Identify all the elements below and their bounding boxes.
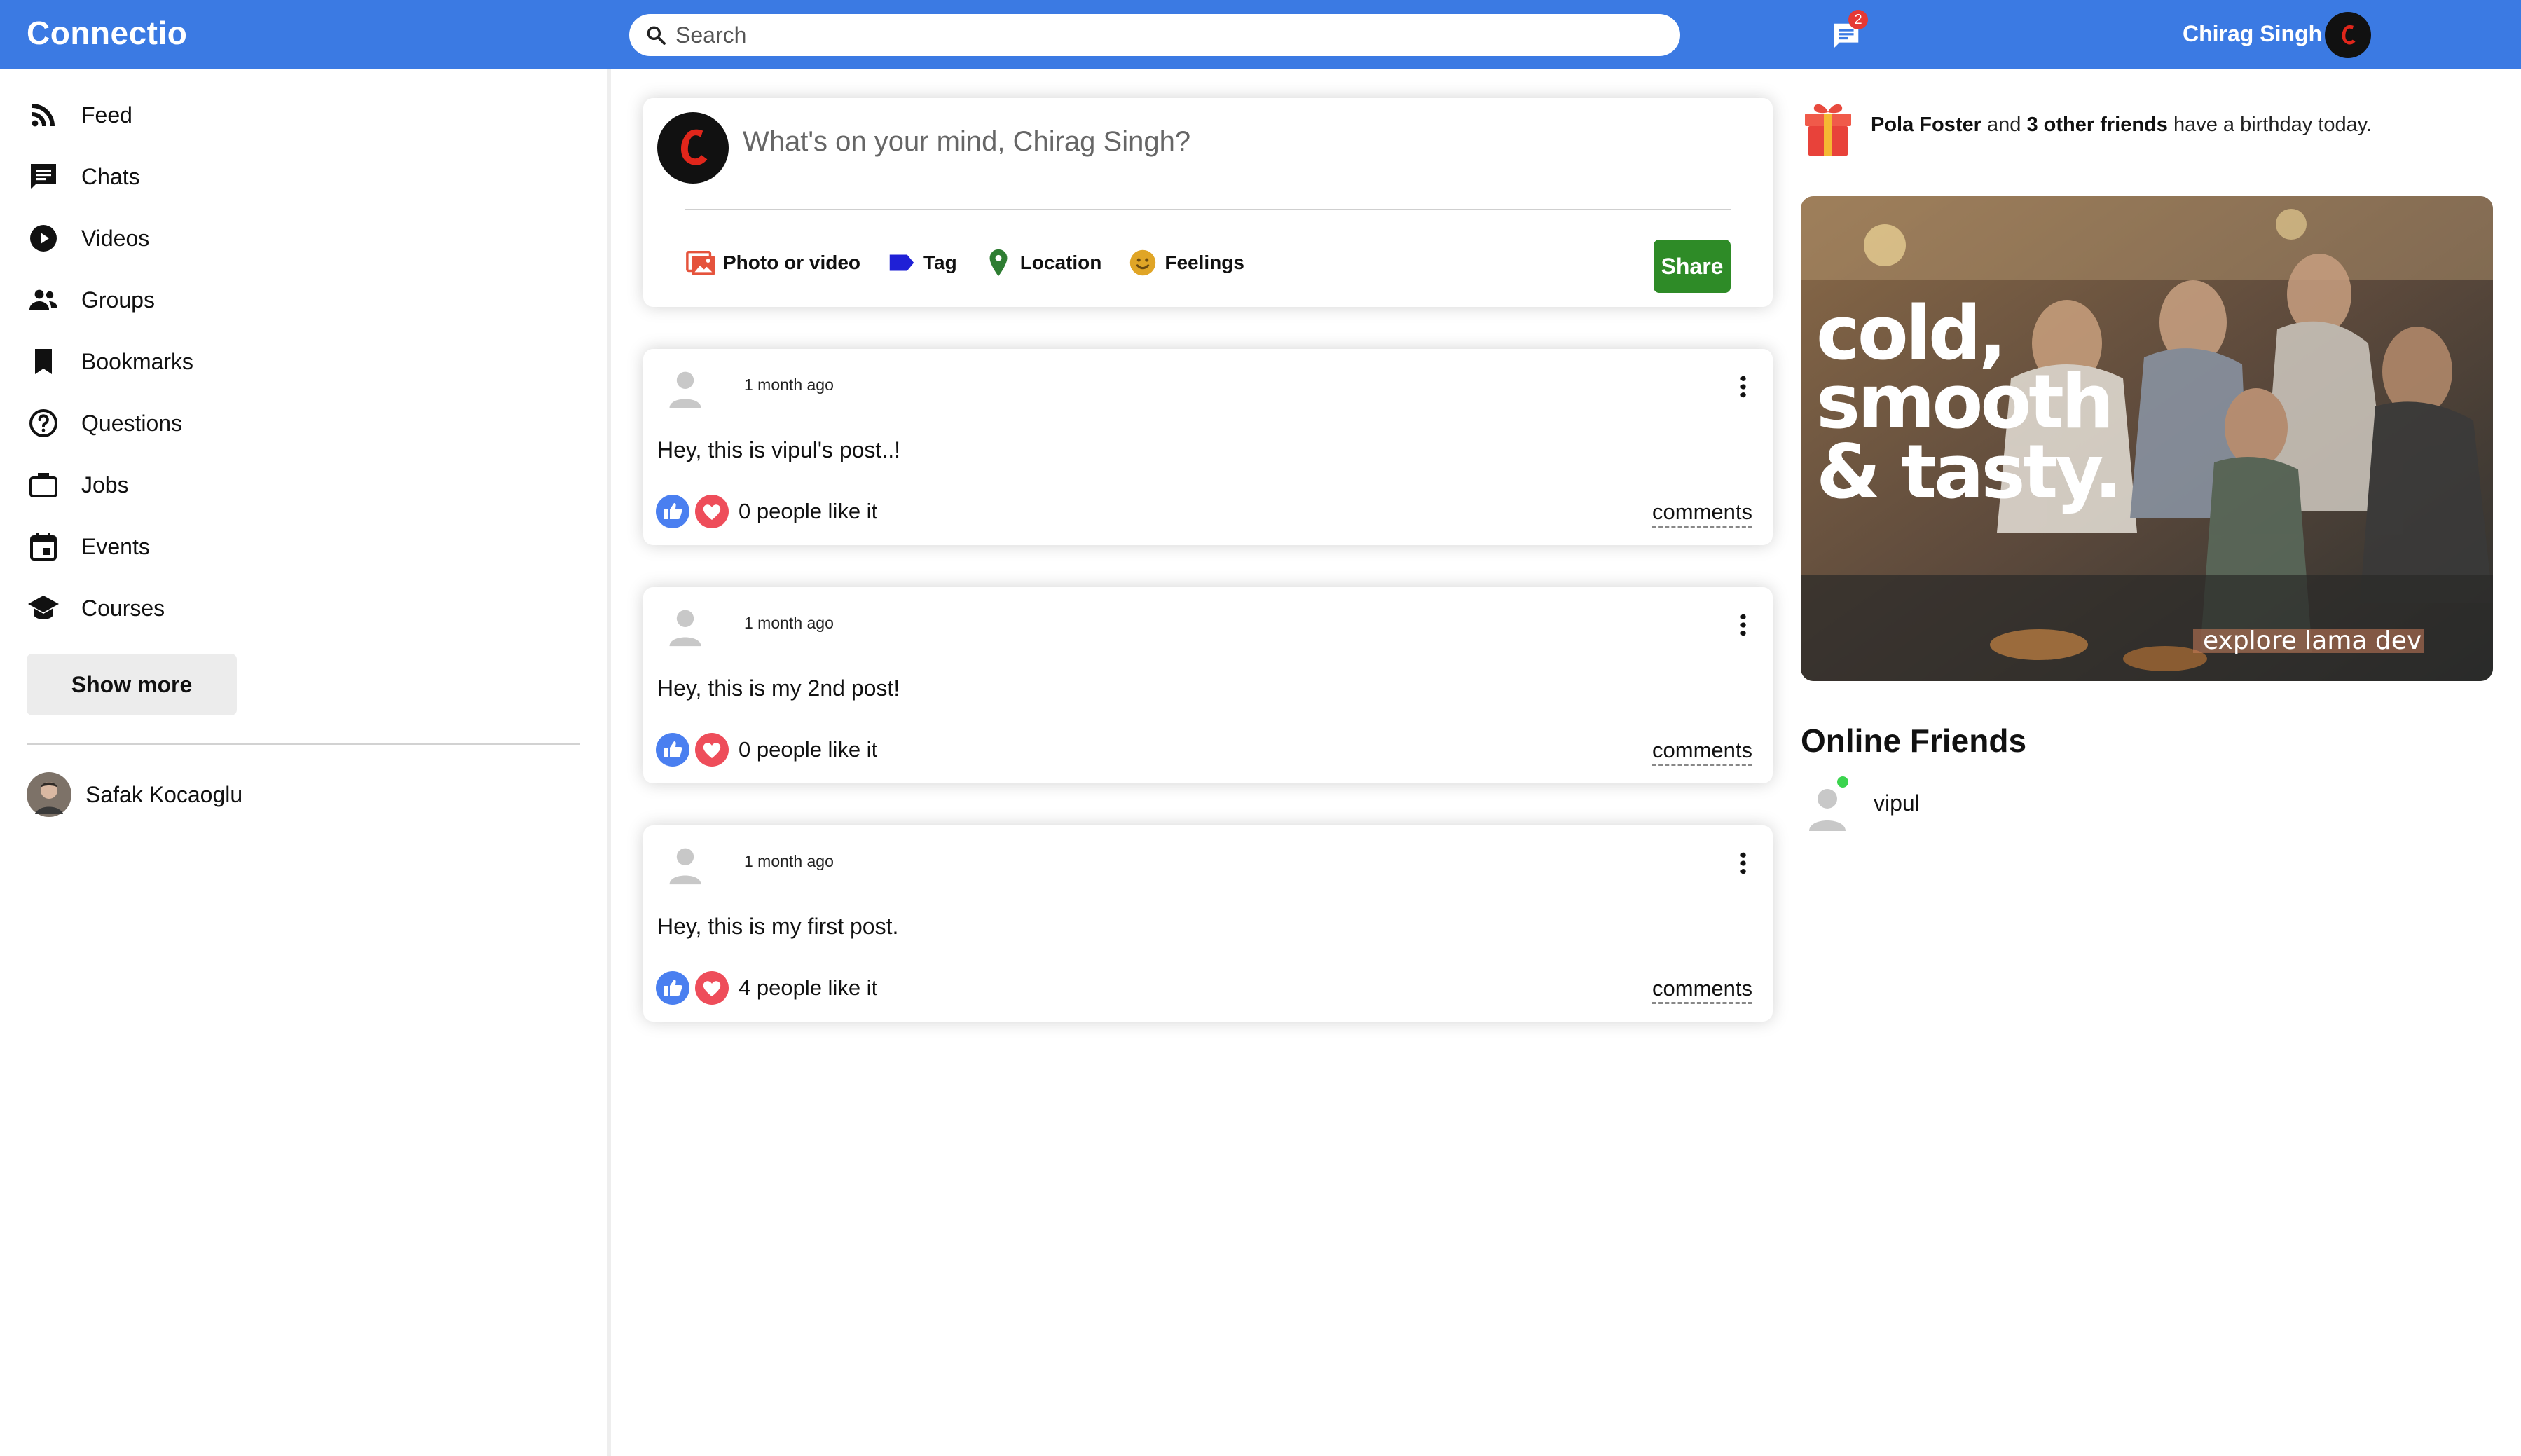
like-icon[interactable]: [656, 495, 689, 528]
share-option-feelings[interactable]: Feelings: [1127, 247, 1244, 279]
avatar[interactable]: [664, 844, 706, 886]
ad-footer-text: explore lama dev: [2203, 626, 2422, 655]
sidebar-item-label: Groups: [81, 287, 155, 313]
like-icon[interactable]: [656, 971, 689, 1005]
location-pin-icon: [989, 249, 1008, 277]
sidebar-item-label: Jobs: [81, 472, 129, 497]
post-timestamp: 1 month ago: [744, 614, 834, 632]
sidebar-item-chats[interactable]: Chats: [27, 156, 140, 198]
post-timestamp: 1 month ago: [744, 852, 834, 870]
birthday-friend-name[interactable]: Pola Foster: [1871, 114, 1981, 136]
ad-headline-3: & tasty.: [1816, 429, 2120, 515]
comments-link[interactable]: comments: [1652, 737, 1752, 766]
post-card: 1 month ago Hey, this is vipul's post..!…: [643, 349, 1773, 545]
more-vert-icon[interactable]: [1729, 373, 1757, 401]
friend-list-item[interactable]: Safak Kocaoglu: [27, 772, 242, 817]
sidebar-item-feed[interactable]: Feed: [27, 94, 132, 136]
work-icon: [29, 473, 57, 497]
comments-link[interactable]: comments: [1652, 499, 1752, 528]
share-option-photo[interactable]: Photo or video: [685, 247, 860, 279]
label-icon: [889, 254, 914, 271]
post-text-input[interactable]: [743, 126, 1710, 158]
more-vert-icon[interactable]: [1729, 849, 1757, 877]
share-composer: Photo or video Tag Location Feelings Sha…: [643, 98, 1773, 307]
post-text: Hey, this is vipul's post..!: [657, 437, 900, 462]
gift-icon: [1805, 104, 1851, 156]
sidebar-item-label: Events: [81, 533, 150, 559]
post-card: 1 month ago Hey, this is my first post. …: [643, 825, 1773, 1022]
like-count: 0 people like it: [739, 737, 878, 762]
rss-feed-icon: [32, 104, 55, 127]
friend-name: Safak Kocaoglu: [85, 781, 243, 807]
birthday-others[interactable]: 3 other friends: [2026, 114, 2167, 136]
sidebar-item-groups[interactable]: Groups: [27, 279, 155, 321]
share-divider: [685, 209, 1731, 210]
heart-icon[interactable]: [695, 733, 729, 767]
comments-link[interactable]: comments: [1652, 975, 1752, 1004]
avatar: [27, 772, 71, 817]
online-friends-title: Online Friends: [1801, 722, 2027, 759]
notification-badge: 2: [1848, 10, 1868, 29]
help-circle-icon: [29, 409, 57, 437]
share-option-location[interactable]: Location: [982, 247, 1101, 279]
sidebar-item-label: Questions: [81, 410, 183, 436]
sidebar-item-label: Bookmarks: [81, 348, 194, 374]
more-vert-icon[interactable]: [1729, 611, 1757, 639]
online-friend-item[interactable]: vipul: [1808, 775, 1920, 831]
avatar[interactable]: [664, 367, 706, 409]
like-icon[interactable]: [656, 733, 689, 767]
ad-banner[interactable]: cold, smooth & tasty. explore lama dev: [1801, 196, 2493, 681]
sidebar-item-events[interactable]: Events: [27, 526, 150, 568]
post-timestamp: 1 month ago: [744, 376, 834, 394]
calendar-icon: [30, 533, 57, 561]
sidebar-divider: [27, 743, 580, 745]
avatar: [1809, 776, 1848, 831]
play-circle-icon: [30, 225, 57, 252]
avatar[interactable]: [664, 605, 706, 647]
post-text: Hey, this is my first post.: [657, 914, 899, 939]
school-icon: [28, 596, 59, 619]
post-text: Hey, this is my 2nd post!: [657, 675, 900, 701]
online-status-dot: [1837, 776, 1848, 788]
sidebar-item-bookmarks[interactable]: Bookmarks: [27, 341, 193, 383]
current-user-avatar[interactable]: [2325, 12, 2371, 58]
top-bar: Connectio 2 Chirag Singh: [0, 0, 2521, 69]
sidebar-item-questions[interactable]: Questions: [27, 402, 182, 444]
sidebar-item-jobs[interactable]: Jobs: [27, 464, 129, 506]
photo-icon: [686, 250, 715, 275]
avatar[interactable]: [657, 112, 729, 184]
app-logo[interactable]: Connectio: [27, 14, 187, 52]
bookmark-icon: [35, 349, 52, 374]
sidebar-item-label: Courses: [81, 595, 165, 621]
show-more-button[interactable]: Show more: [27, 654, 237, 715]
share-option-tag[interactable]: Tag: [886, 247, 957, 279]
search-icon: [647, 26, 666, 45]
sidebar-item-label: Chats: [81, 163, 140, 189]
chat-icon: [31, 164, 56, 189]
like-count: 4 people like it: [739, 975, 878, 1000]
online-friend-name: vipul: [1874, 790, 1920, 816]
sidebar-item-label: Feed: [81, 102, 132, 128]
share-button[interactable]: Share: [1654, 240, 1731, 293]
share-options: Photo or video Tag Location Feelings: [685, 247, 1270, 279]
like-count: 0 people like it: [739, 499, 878, 523]
search-input[interactable]: [675, 22, 1656, 48]
group-icon: [29, 289, 57, 310]
post-card: 1 month ago Hey, this is my 2nd post! 0 …: [643, 587, 1773, 783]
sidebar-item-videos[interactable]: Videos: [27, 217, 149, 259]
left-sidebar: Feed Chats Videos Groups Bookmarks Quest…: [0, 69, 611, 1456]
emoji-icon: [1130, 249, 1156, 276]
heart-icon[interactable]: [695, 495, 729, 528]
sidebar-item-courses[interactable]: Courses: [27, 587, 165, 629]
birthday-notice: Pola Foster and 3 other friends have a b…: [1871, 114, 2372, 136]
current-user-name[interactable]: Chirag Singh: [2183, 21, 2322, 47]
search-bar[interactable]: [629, 14, 1680, 56]
heart-icon[interactable]: [695, 971, 729, 1005]
sidebar-item-label: Videos: [81, 225, 150, 251]
